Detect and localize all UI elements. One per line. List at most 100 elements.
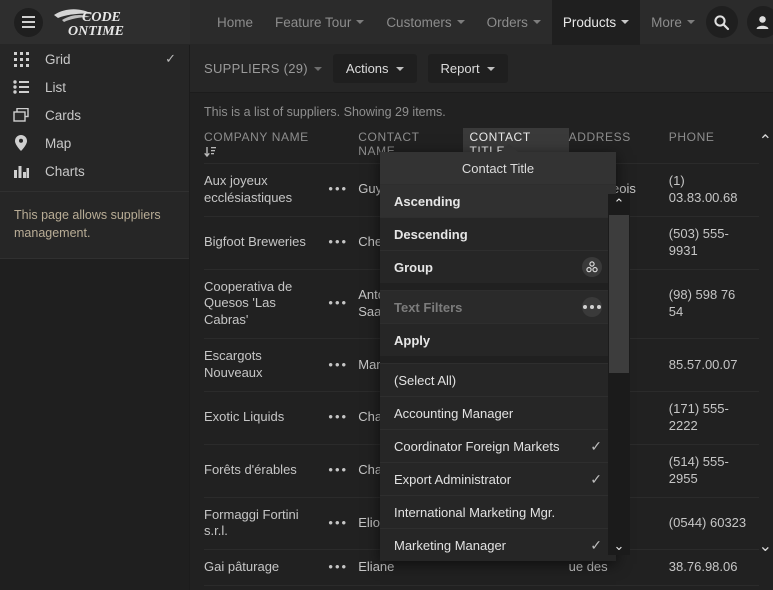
scroll-up-icon[interactable]: ⌃ [614,194,625,213]
sidebar-item-label: Map [45,135,72,151]
dropdown-item-descending[interactable]: Descending [380,217,616,250]
dropdown-option-select-all[interactable]: (Select All) [380,363,616,396]
dropdown-item-apply[interactable]: Apply [380,323,616,356]
cell-phone: 38.76.98.06 [668,549,759,586]
dropdown-option-accounting-manager[interactable]: Accounting Manager [380,396,616,429]
check-icon: ✓ [590,536,602,553]
sidebar-item-label: List [45,79,67,95]
column-header-phone[interactable]: PHONE [669,128,759,164]
scrollbar-thumb[interactable] [609,215,629,373]
nav-label: Customers [386,14,452,30]
dropdown-option-marketing-manager[interactable]: Marketing Manager ✓ [380,528,616,561]
search-icon[interactable] [705,6,738,38]
cell-company-name: Aux joyeux ecclésiastiques [204,163,325,217]
code-ontime-logo[interactable]: CODE ONTIME [52,5,148,39]
text-filters-icon-wrap [582,297,602,317]
ellipsis-icon [582,297,602,317]
cell-phone: 85.57.00.07 [668,338,759,392]
nav-label: Orders [486,14,528,30]
grid-note: This is a list of suppliers. Showing 29 … [204,105,446,119]
row-menu-icon[interactable]: ••• [324,496,359,550]
nav-item-orders[interactable]: Orders [476,0,552,45]
row-menu-icon[interactable]: ••• [324,443,359,498]
row-menu-icon[interactable]: ••• [324,549,359,586]
nav-item-more[interactable]: More [640,0,706,45]
scroll-up-icon[interactable]: ⌃ [759,131,772,151]
row-menu-icon[interactable]: ••• [324,585,359,590]
chart-icon [10,164,32,178]
row-menu-icon[interactable]: ••• [324,338,359,392]
sort-ascending-icon [204,146,318,161]
grid-icon [10,51,32,67]
sidebar-item-charts[interactable]: Charts [0,157,189,185]
row-menu-icon[interactable]: ••• [324,391,359,445]
breadcrumb-label: SUPPLIERS (29) [204,61,308,76]
dropdown-scrollbar[interactable]: ⌃ ⌄ [608,194,630,555]
actions-button[interactable]: Actions [332,54,417,83]
sidebar-filler [0,259,189,590]
chevron-down-icon [395,66,404,71]
cell-address: arade Hunter's Hill [568,585,669,590]
application-window: CODE ONTIME Home Feature Tour Customers … [0,0,773,590]
row-menu-icon[interactable]: ••• [324,215,359,270]
row-menu-icon[interactable]: ••• [324,268,359,339]
dropdown-option-coordinator-foreign-markets[interactable]: Coordinator Foreign Markets ✓ [380,429,616,462]
sidebar-description: This page allows suppliers management. [0,192,189,260]
hamburger-icon[interactable] [14,7,43,37]
nav-item-customers[interactable]: Customers [375,0,475,45]
sidebar-item-cards[interactable]: Cards [0,101,189,129]
cell-company-name: Formaggi Fortini s.r.l. [204,496,325,550]
chevron-down-icon [356,20,365,24]
dropdown-separator [380,283,616,290]
cell-phone: (98) 598 76 54 [668,268,759,339]
nav-item-products[interactable]: Products [551,0,641,45]
sidebar-item-label: Charts [45,163,85,179]
row-menu-icon[interactable]: ••• [324,163,359,217]
report-button[interactable]: Report [427,54,508,83]
sidebar-item-grid[interactable]: Grid ✓ [0,45,189,73]
scroll-down-icon[interactable]: ⌄ [759,536,772,556]
dropdown-item-group[interactable]: Group [380,250,616,283]
cards-icon [10,108,32,122]
content-toolbar: SUPPLIERS (29) Actions Report [190,45,773,93]
nav-item-feature-tour[interactable]: Feature Tour [264,0,375,45]
dropdown-option-export-administrator[interactable]: Export Administrator ✓ [380,462,616,495]
chevron-down-icon [486,66,495,71]
chevron-down-icon [313,66,322,71]
chevron-down-icon [456,20,465,24]
cell-phone: (02) 555-5914 [668,585,759,590]
scrollbar-track[interactable] [608,213,630,536]
chevron-down-icon [532,20,541,24]
cell-company-name: Bigfoot Breweries [204,215,325,270]
nav-item-home[interactable]: Home [206,0,264,45]
dropdown-item-ascending[interactable]: Ascending [380,184,616,217]
dropdown-item-text-filters[interactable]: Text Filters [380,290,616,323]
nav-label: Home [217,14,254,30]
actions-label: Actions [345,61,389,76]
scroll-down-icon[interactable]: ⌄ [614,536,625,555]
sidebar-item-list[interactable]: List [0,73,189,101]
grid-scrollbar[interactable]: ⌃ ⌄ [759,93,773,590]
dropdown-arrow [500,144,518,152]
nav-label: Products [562,14,617,30]
dropdown-option-label: Coordinator Foreign Markets [394,438,560,454]
column-header-company-name[interactable]: COMPANY NAME [204,128,324,164]
cell-phone: (171) 555-2222 [668,391,759,445]
breadcrumb[interactable]: SUPPLIERS (29) [204,61,322,76]
sidebar: Grid ✓ List Cards Map Charts This page a… [0,45,190,590]
column-label: COMPANY NAME [204,130,309,144]
table-row[interactable]: G'day, Mate ••• Wendy Mackenzie Represen… [204,585,759,590]
cell-phone: (1) 03.83.00.68 [668,163,759,217]
nav-label: More [651,14,682,30]
dropdown-option-international-marketing-mgr[interactable]: International Marketing Mgr. [380,495,616,528]
sidebar-item-map[interactable]: Map [0,129,189,157]
ellipsis-glyph [583,305,601,309]
map-pin-icon [10,135,32,151]
cell-company-name: Escargots Nouveaux [204,338,325,392]
chevron-down-icon [686,20,695,24]
user-icon[interactable] [746,6,773,38]
cell-phone: (503) 555-9931 [668,215,759,270]
dropdown-item-label: Descending [394,226,468,242]
dropdown-item-label: Ascending [394,193,461,209]
check-icon: ✓ [590,437,602,454]
